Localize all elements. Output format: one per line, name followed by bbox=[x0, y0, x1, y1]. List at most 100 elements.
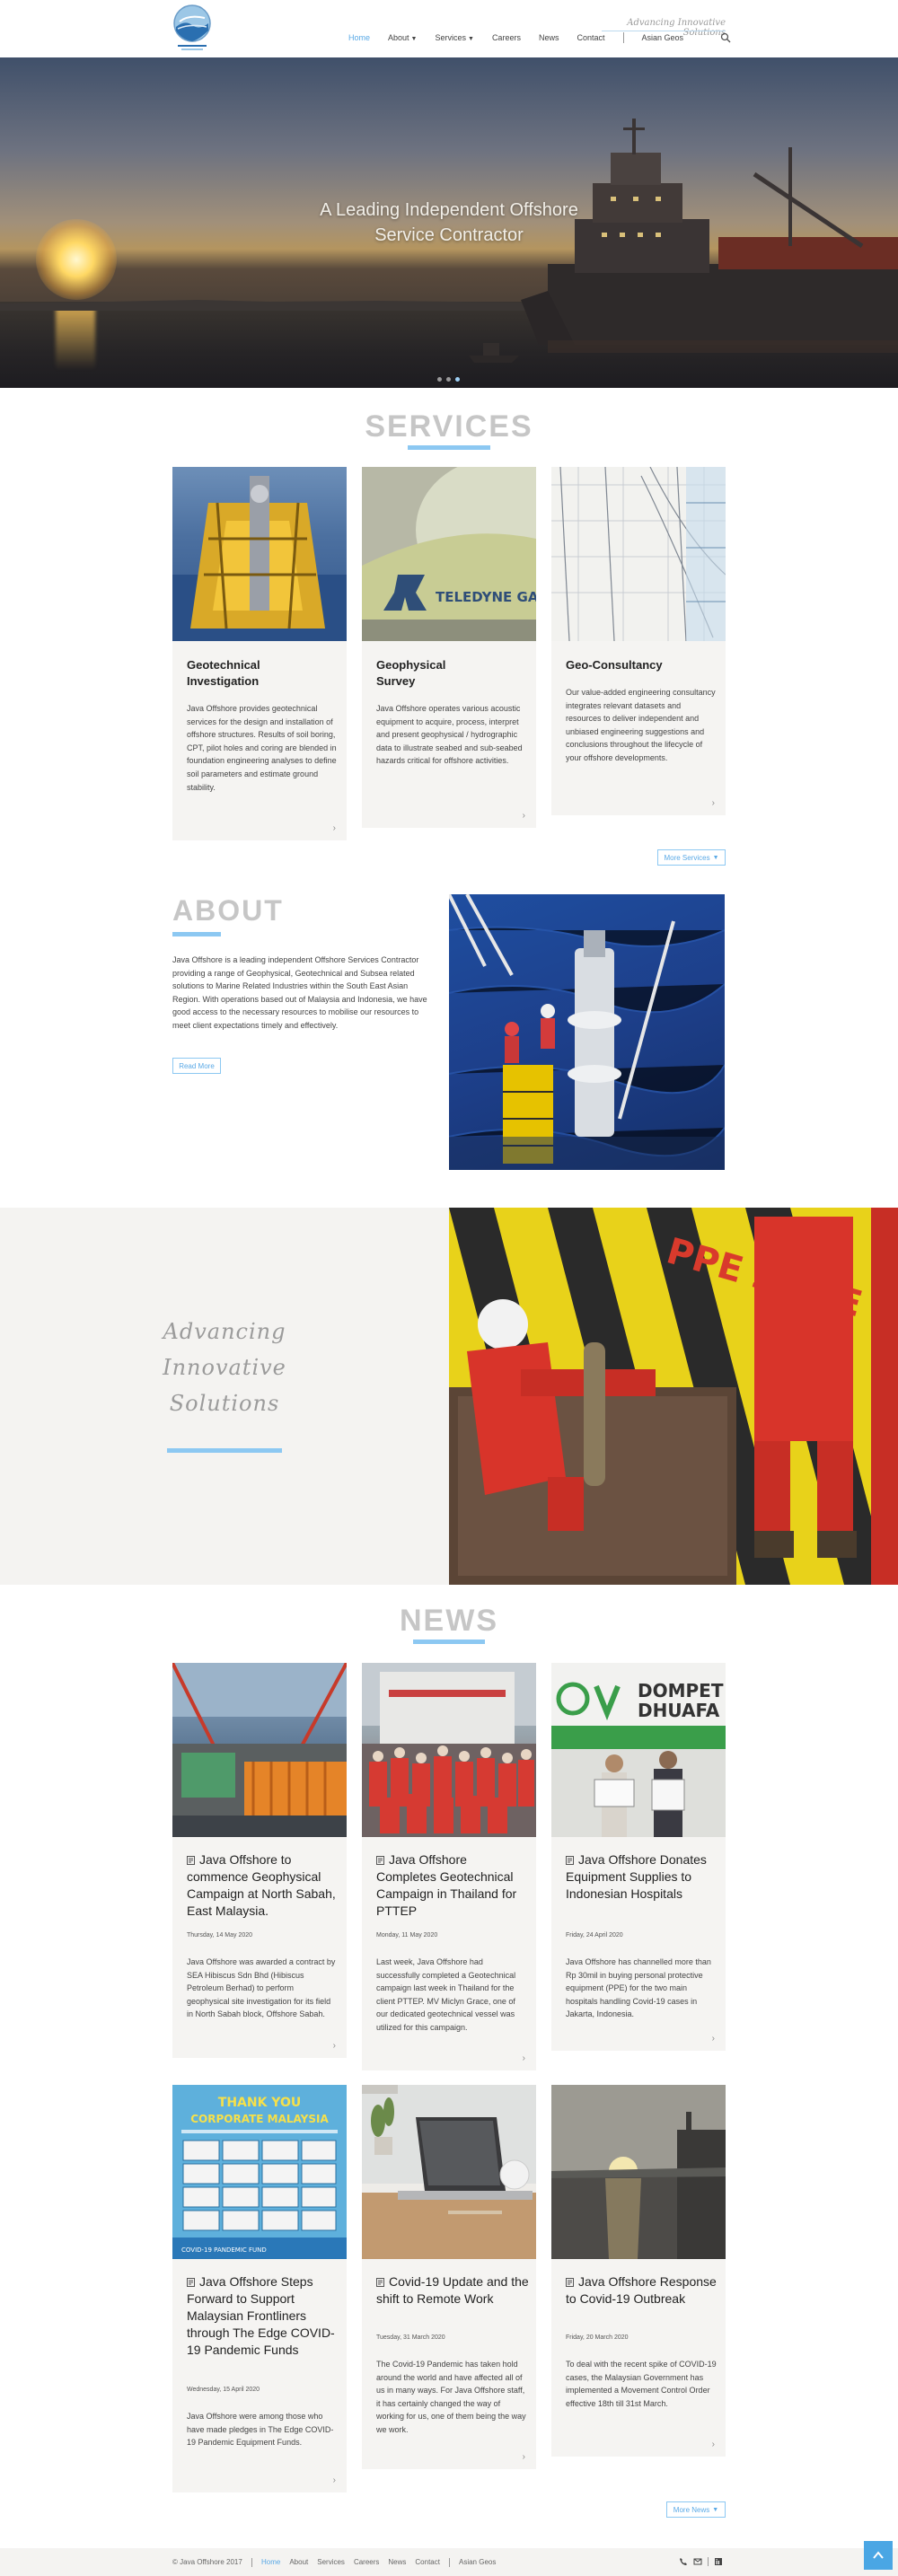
slider-dots bbox=[437, 377, 460, 382]
footer-divider bbox=[448, 2558, 450, 2567]
news-card-text: Last week, Java Offshore had successfull… bbox=[376, 1957, 516, 2032]
more-services-button[interactable]: More Services ▼ bbox=[657, 849, 726, 866]
company-logo[interactable] bbox=[172, 4, 212, 54]
more-services-label: More Services bbox=[664, 853, 710, 862]
geotechnical-image bbox=[172, 467, 347, 641]
news-image-vessel-deck bbox=[172, 1663, 347, 1837]
news-image-thank-you-poster: THANK YOU CORPORATE MALAYSIA COVID-19 PA… bbox=[172, 2085, 347, 2259]
footer-nav-home[interactable]: Home bbox=[261, 2558, 280, 2567]
footer-contact-icons bbox=[679, 2557, 723, 2566]
footer-divider bbox=[708, 2557, 709, 2566]
news-card-text: Java Offshore were among those who have … bbox=[187, 2412, 334, 2448]
news-card-date: Monday, 11 May 2020 bbox=[376, 1932, 438, 1939]
document-icon bbox=[187, 2278, 195, 2287]
chevron-down-icon: ▼ bbox=[712, 854, 719, 861]
page: Advancing Innovative Solutions Home Abou… bbox=[0, 0, 898, 2576]
nav-home[interactable]: Home bbox=[348, 33, 370, 42]
footer-nav-news[interactable]: News bbox=[388, 2558, 406, 2567]
laptop-desk-graphic bbox=[362, 2085, 536, 2259]
poster-footer: COVID-19 PANDEMIC FUND bbox=[181, 2246, 267, 2254]
footer-nav-asian-geos[interactable]: Asian Geos bbox=[459, 2558, 496, 2567]
service-card-geo-consultancy[interactable]: Geo-Consultancy Our value-added engineer… bbox=[551, 467, 726, 815]
document-icon bbox=[566, 2278, 574, 2287]
document-icon bbox=[187, 1856, 195, 1865]
chevron-right-icon[interactable]: › bbox=[333, 2475, 336, 2485]
chevron-right-icon[interactable]: › bbox=[333, 2041, 336, 2051]
document-icon bbox=[376, 1856, 384, 1865]
mail-icon[interactable] bbox=[693, 2557, 702, 2566]
title-line: Geophysical bbox=[376, 658, 446, 672]
nav-divider bbox=[622, 32, 624, 43]
more-news-button[interactable]: More News ▼ bbox=[666, 2501, 726, 2518]
phone-icon[interactable] bbox=[679, 2557, 688, 2566]
news-card[interactable]: Java Offshore to commence Geophysical Ca… bbox=[172, 1663, 347, 2058]
technical-drawing-graphic bbox=[551, 467, 726, 641]
hero-title-line1: A Leading Independent Offshore bbox=[320, 200, 578, 220]
news-image-sunset-vessel bbox=[551, 2085, 726, 2259]
footer-divider bbox=[251, 2558, 252, 2567]
service-card-title: Geophysical Survey bbox=[376, 657, 445, 690]
news-card-title-text[interactable]: Covid-19 Update and the shift to Remote … bbox=[376, 2274, 529, 2306]
nav-news[interactable]: News bbox=[539, 33, 559, 42]
news-card[interactable]: THANK YOU CORPORATE MALAYSIA COVID-19 PA… bbox=[172, 2085, 347, 2492]
footer-nav-careers[interactable]: Careers bbox=[354, 2558, 379, 2567]
distant-shore bbox=[0, 300, 539, 311]
chevron-right-icon[interactable]: › bbox=[523, 811, 525, 821]
nav-asian-geos[interactable]: Asian Geos bbox=[642, 33, 684, 42]
nav-services[interactable]: Services ▼ bbox=[435, 33, 473, 42]
chevron-right-icon[interactable]: › bbox=[523, 2452, 525, 2462]
news-card-title-text[interactable]: Java Offshore Steps Forward to Support M… bbox=[187, 2274, 335, 2357]
chevron-right-icon[interactable]: › bbox=[712, 2034, 715, 2044]
services-underline bbox=[408, 445, 490, 450]
search-icon[interactable] bbox=[720, 32, 731, 43]
read-more-button[interactable]: Read More bbox=[172, 1058, 221, 1074]
sunset-sun bbox=[36, 219, 117, 300]
nav-careers[interactable]: Careers bbox=[492, 33, 521, 42]
news-card-title-text[interactable]: Java Offshore Donates Equipment Supplies… bbox=[566, 1852, 707, 1901]
news-card-title: Covid-19 Update and the shift to Remote … bbox=[376, 2273, 529, 2308]
vessel-deck-graphic bbox=[172, 1663, 347, 1837]
chevron-right-icon[interactable]: › bbox=[712, 798, 715, 808]
service-card-title: Geo-Consultancy bbox=[566, 658, 663, 672]
slider-dot[interactable] bbox=[446, 377, 451, 382]
news-card-text: Java Offshore was awarded a contract by … bbox=[187, 1957, 336, 2019]
main-nav: Home About ▼ Services ▼ Careers News Conta… bbox=[348, 31, 701, 45]
news-card[interactable]: DOMPET DHUAFA Java Offshore Donates Equi… bbox=[551, 1663, 726, 2051]
news-card[interactable]: Covid-19 Update and the shift to Remote … bbox=[362, 2085, 536, 2469]
ppe-zone-image: PPE ZONE bbox=[449, 1208, 898, 1585]
nav-about[interactable]: About ▼ bbox=[388, 33, 417, 42]
service-card-geotechnical[interactable]: Geotechnical Investigation Java Offshore … bbox=[172, 467, 347, 840]
linkedin-icon[interactable] bbox=[714, 2557, 723, 2566]
news-card[interactable]: Java Offshore Response to Covid-19 Outbr… bbox=[551, 2085, 726, 2457]
service-card-geophysical[interactable]: TELEDYNE GAV Geophysical Survey Java Offs… bbox=[362, 467, 536, 828]
poster-line2: CORPORATE MALAYSIA bbox=[190, 2113, 329, 2125]
document-icon bbox=[376, 2278, 384, 2287]
footer-nav-contact[interactable]: Contact bbox=[415, 2558, 440, 2567]
poster-line1: THANK YOU bbox=[218, 2096, 301, 2110]
slogan-line: Advancing bbox=[163, 1319, 286, 1344]
site-header: Advancing Innovative Solutions Home Abou… bbox=[0, 0, 898, 57]
title-line: Investigation bbox=[187, 674, 260, 688]
slider-dot-active[interactable] bbox=[455, 377, 460, 382]
back-to-top-button[interactable] bbox=[864, 2541, 893, 2570]
poster-graphic: THANK YOU CORPORATE MALAYSIA COVID-19 PA… bbox=[172, 2085, 347, 2259]
slogan-line: Innovative bbox=[163, 1355, 286, 1380]
chevron-right-icon[interactable]: › bbox=[712, 2440, 715, 2449]
chevron-right-icon[interactable]: › bbox=[523, 2053, 525, 2063]
service-card-text: Java Offshore operates various acoustic … bbox=[376, 704, 523, 766]
nav-contact[interactable]: Contact bbox=[577, 33, 604, 42]
dompet-line2: DHUAFA bbox=[638, 1700, 720, 1721]
news-card[interactable]: Java Offshore Completes Geotechnical Cam… bbox=[362, 1663, 536, 2070]
footer-nav-about[interactable]: About bbox=[289, 2558, 308, 2567]
news-card-date: Friday, 24 April 2020 bbox=[566, 1932, 623, 1939]
advancing-underline bbox=[167, 1448, 282, 1453]
service-card-text: Our value-added engineering consultancy … bbox=[566, 688, 716, 762]
news-card-text: To deal with the recent spike of COVID-1… bbox=[566, 2360, 717, 2408]
chevron-right-icon[interactable]: › bbox=[333, 823, 336, 833]
news-card-title-text[interactable]: Java Offshore Completes Geotechnical Cam… bbox=[376, 1852, 516, 1918]
news-card-title-text[interactable]: Java Offshore to commence Geophysical Ca… bbox=[187, 1852, 336, 1918]
slider-dot[interactable] bbox=[437, 377, 442, 382]
footer-nav-services[interactable]: Services bbox=[317, 2558, 345, 2567]
news-card-title-text[interactable]: Java Offshore Response to Covid-19 Outbr… bbox=[566, 2274, 717, 2306]
news-card-title: Java Offshore Completes Geotechnical Cam… bbox=[376, 1851, 529, 1920]
